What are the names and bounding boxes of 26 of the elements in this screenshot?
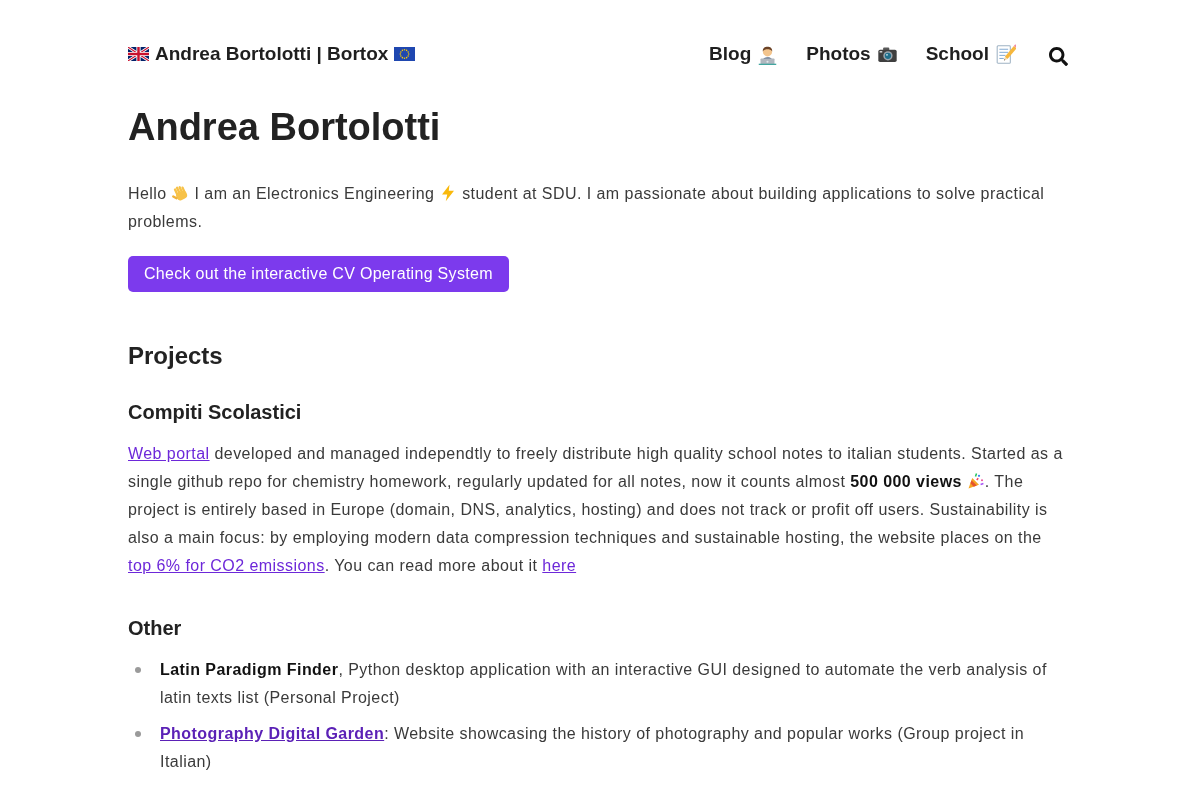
text-link[interactable]: top 6% for CO2 emissions	[128, 557, 325, 574]
project-description: Web portal developed and managed independtly to freely distribute high quality school notes to italian students. Started as a single github repo for chemistry homework, regularly updated for all notes, now it counts almost 500 000 views . The project is entirely based in Europe (domain, DNS, analytics, hosting) and does not track or profit off users. Sustainability is also a main focus: by employing modern data compression techniques and sustainable hosting, the website places on the top 6% for CO2 emissions. You can read more about it here	[128, 444, 1064, 576]
text-link[interactable]: here	[542, 557, 577, 574]
subsection-heading: Other	[128, 616, 183, 641]
party-popper-icon	[966, 472, 985, 490]
list-item-text: Latin Paradigm Finder, Python desktop application with an interactive GUI designed to automate the verb analysis of latin texts list (Personal Project)	[160, 660, 1048, 708]
cv-button[interactable]: Check out the interactive CV Operating System	[128, 256, 509, 292]
nav-link[interactable]: Photos	[806, 40, 898, 68]
section-heading: Projects	[128, 341, 224, 371]
bullet-icon	[135, 731, 141, 737]
waving-hand-icon	[171, 184, 190, 202]
intro-paragraph: Hello I am an Electronics Engineering student at SDU. I am passionate about building applications to solve practical problems.	[128, 183, 1046, 232]
text-link[interactable]: Web portal	[128, 445, 210, 462]
eu-flag-icon	[394, 47, 416, 61]
search-button[interactable]	[1049, 46, 1068, 66]
memo-pencil-icon	[995, 43, 1016, 65]
search-icon	[1049, 46, 1068, 66]
bullet-icon	[135, 667, 141, 673]
nav-link[interactable]: Blog	[709, 40, 779, 68]
text-link[interactable]: Photography Digital Garden	[160, 725, 385, 742]
site-title-link[interactable]: Andrea Bortolotti | Bortox	[128, 40, 416, 68]
list-item-text: Photography Digital Garden: Website showcasing the history of photography and popular works (Group project in Italian)	[160, 724, 1026, 772]
subsection-heading: Compiti Scolastici	[128, 400, 303, 425]
uk-flag-icon	[128, 47, 149, 61]
nav-link[interactable]: School	[925, 40, 1016, 68]
page-title: Andrea Bortolotti	[128, 105, 442, 149]
